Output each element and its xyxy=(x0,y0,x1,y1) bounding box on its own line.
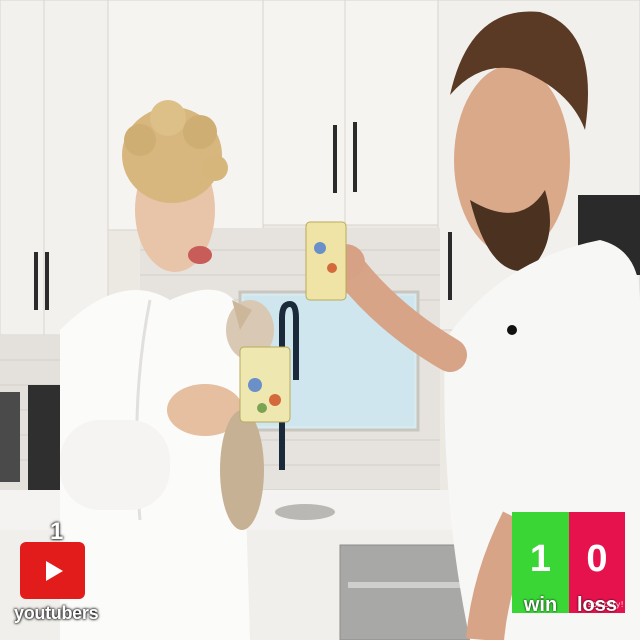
win-score-label: win xyxy=(523,594,558,616)
video-frame: 1 youtubers 1 win 0 loss sos ccty! xyxy=(0,0,640,640)
watermark-text: sos ccty! xyxy=(588,600,624,609)
win-score-value: 1 xyxy=(529,538,552,580)
youtube-play-icon xyxy=(20,542,85,599)
loss-score-box: 0 loss xyxy=(569,512,625,616)
loss-score-value: 0 xyxy=(586,538,608,580)
youtuber-label: youtubers xyxy=(14,603,99,623)
win-score-box: 1 win xyxy=(512,512,569,616)
play-triangle-icon xyxy=(46,560,63,581)
